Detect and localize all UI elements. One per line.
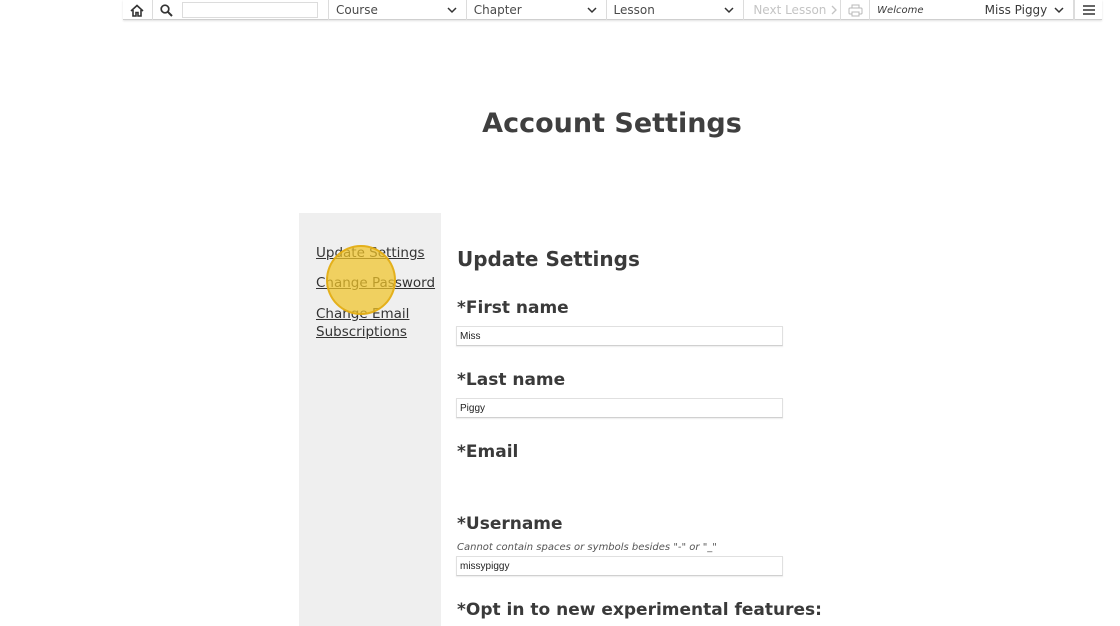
course-dropdown[interactable]: Course <box>329 0 467 20</box>
lesson-dropdown-label: Lesson <box>613 3 655 17</box>
chevron-down-icon <box>446 4 458 16</box>
sidebar-item-change-email-subscriptions[interactable]: Change Email Subscriptions <box>316 305 426 341</box>
hamburger-menu-button[interactable] <box>1074 0 1102 20</box>
chapter-dropdown[interactable]: Chapter <box>467 0 607 20</box>
username-label: *Username <box>457 514 563 534</box>
printer-icon <box>848 4 863 17</box>
username-field[interactable] <box>456 556 783 576</box>
user-menu[interactable]: Miss Piggy <box>976 0 1075 20</box>
chevron-down-icon <box>586 4 598 16</box>
settings-sidebar: Update Settings Change Password Change E… <box>299 213 441 626</box>
sidebar-item-update-settings[interactable]: Update Settings <box>316 244 425 262</box>
print-button[interactable] <box>841 0 871 20</box>
course-dropdown-label: Course <box>335 3 378 17</box>
opt-in-label: *Opt in to new experimental features: <box>457 600 822 620</box>
chapter-dropdown-label: Chapter <box>473 3 522 17</box>
home-icon <box>130 3 144 17</box>
first-name-label: *First name <box>457 298 569 318</box>
user-name: Miss Piggy <box>984 3 1048 17</box>
page-title: Account Settings <box>482 108 742 139</box>
next-lesson-label: Next Lesson <box>753 3 827 17</box>
section-title: Update Settings <box>457 247 640 271</box>
search-button[interactable] <box>153 0 181 20</box>
username-hint: Cannot contain spaces or symbols besides… <box>457 542 717 553</box>
last-name-field[interactable] <box>456 398 783 418</box>
first-name-field[interactable] <box>456 326 783 346</box>
chevron-down-icon <box>1053 4 1065 16</box>
home-button[interactable] <box>123 0 153 20</box>
welcome-text: Welcome <box>877 4 924 16</box>
last-name-label: *Last name <box>457 370 566 390</box>
sidebar-item-change-password[interactable]: Change Password <box>316 274 435 292</box>
next-lesson-button[interactable]: Next Lesson <box>744 0 842 20</box>
chevron-down-icon <box>723 4 735 16</box>
search-icon <box>160 3 173 17</box>
hamburger-icon <box>1082 4 1096 16</box>
search-input[interactable] <box>182 2 319 18</box>
lesson-dropdown[interactable]: Lesson <box>607 0 745 20</box>
top-navigation-bar: Course Chapter Lesson Next Lesson Welcom… <box>123 0 1102 20</box>
search-box <box>180 0 329 20</box>
email-label: *Email <box>457 442 519 462</box>
chevron-right-icon <box>830 5 838 15</box>
